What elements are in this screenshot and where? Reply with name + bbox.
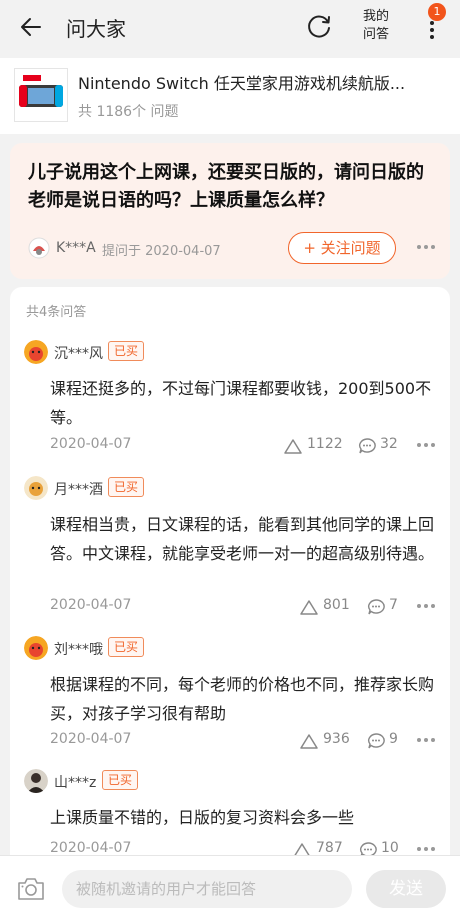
answer-date: 2020-04-07 <box>50 597 132 613</box>
like-count: 1122 <box>307 436 343 452</box>
like-count: 936 <box>323 731 350 747</box>
answers-panel: 共4条问答 沉***风 已买 课程还挺多的，不过每门课程都要收钱，200到500… <box>10 287 450 867</box>
comment-count: 32 <box>380 436 398 452</box>
question-date: 提问于 2020-04-07 <box>102 244 221 259</box>
comment-icon[interactable] <box>367 733 385 749</box>
comment-icon[interactable] <box>367 599 385 615</box>
more-horizontal-icon[interactable] <box>416 241 436 253</box>
refresh-icon[interactable] <box>306 14 332 40</box>
answers-count: 共4条问答 <box>26 305 87 320</box>
follow-question-button[interactable]: + 关注问题 <box>288 232 396 264</box>
answer-date: 2020-04-07 <box>50 840 132 856</box>
more-horizontal-icon[interactable] <box>416 601 436 611</box>
question-card: 儿子说用这个上网课，还要买日版的，请问日版的老师是说日语的吗？上课质量怎么样？ … <box>10 143 450 279</box>
comment-count: 7 <box>389 597 398 613</box>
comment-count: 10 <box>381 840 399 856</box>
answer-text: 课程相当贵，日文课程的话，能看到其他同学的课上回答。中文课程，就能享受老师一对一… <box>50 515 435 563</box>
like-icon[interactable] <box>300 599 318 615</box>
bought-badge: 已买 <box>108 341 145 361</box>
like-icon[interactable] <box>300 733 318 749</box>
answer-user: 刘***哦 <box>54 642 103 658</box>
user-avatar <box>24 636 48 660</box>
page-title: 问大家 <box>66 17 126 41</box>
camera-icon[interactable] <box>16 876 46 902</box>
more-horizontal-icon[interactable] <box>416 844 436 854</box>
like-icon[interactable] <box>284 438 302 454</box>
more-horizontal-icon[interactable] <box>416 735 436 745</box>
top-bar: 问大家 我的 问答 1 <box>0 0 460 56</box>
question-text: 儿子说用这个上网课，还要买日版的，请问日版的老师是说日语的吗？上课质量怎么样？ <box>28 162 424 211</box>
product-card[interactable]: Nintendo Switch 任天堂家用游戏机续航版... 共 1186个 问… <box>0 58 460 134</box>
like-count: 787 <box>316 840 343 856</box>
user-avatar <box>24 340 48 364</box>
bought-badge: 已买 <box>108 637 145 657</box>
send-button[interactable]: 发送 <box>366 870 446 908</box>
answer-user: 沉***风 <box>54 346 103 362</box>
answer-input-bar: 被随机邀请的用户才能回答 发送 <box>0 855 460 922</box>
bought-badge: 已买 <box>102 770 139 790</box>
answer-input[interactable]: 被随机邀请的用户才能回答 <box>62 870 352 908</box>
comment-count: 9 <box>389 731 398 747</box>
answer-user: 山***z <box>54 775 97 791</box>
notification-badge: 1 <box>428 3 446 21</box>
user-avatar <box>24 476 48 500</box>
like-count: 801 <box>323 597 350 613</box>
my-questions-label-line1: 我的 <box>362 9 389 24</box>
my-questions-button[interactable]: 我的 问答 <box>356 8 396 44</box>
answer-text: 根据课程的不同，每个老师的价格也不同，推荐家长购买，对孩子学习很有帮助 <box>50 675 435 723</box>
answer-text: 上课质量不错的，日版的复习资料会多一些 <box>50 808 355 827</box>
my-questions-label-line2: 问答 <box>362 27 389 42</box>
answer-text: 课程还挺多的，不过每门课程都要收钱，200到500不等。 <box>50 379 432 427</box>
asker-avatar <box>28 237 50 259</box>
asker-name: K***A <box>56 240 96 256</box>
bought-badge: 已买 <box>108 477 145 497</box>
back-arrow-icon[interactable] <box>18 14 44 40</box>
more-vertical-icon[interactable] <box>424 18 440 42</box>
more-horizontal-icon[interactable] <box>416 440 436 450</box>
answer-date: 2020-04-07 <box>50 731 132 747</box>
user-avatar <box>24 769 48 793</box>
product-title: Nintendo Switch 任天堂家用游戏机续航版... <box>78 74 406 93</box>
question-count: 共 1186个 问题 <box>78 104 179 120</box>
comment-icon[interactable] <box>358 438 376 454</box>
product-thumbnail <box>14 68 68 122</box>
answer-date: 2020-04-07 <box>50 436 132 452</box>
answer-user: 月***酒 <box>54 482 103 498</box>
